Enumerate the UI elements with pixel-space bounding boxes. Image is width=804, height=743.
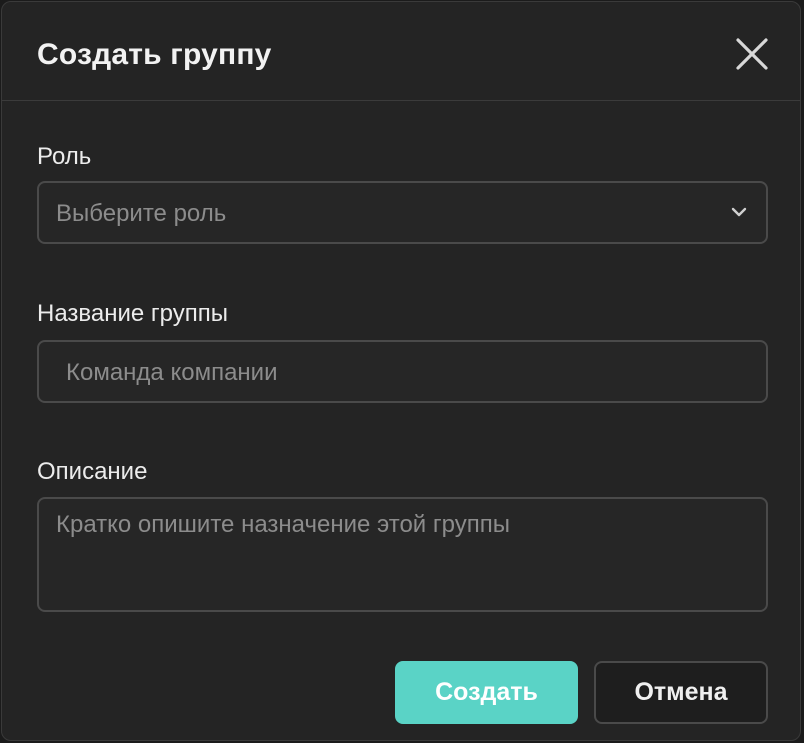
group-name-placeholder: Команда компании — [66, 359, 278, 386]
role-select-placeholder: Выберите роль — [56, 200, 227, 227]
chevron-down-icon — [731, 207, 747, 217]
create-button[interactable]: Создать — [395, 661, 578, 724]
role-select[interactable]: Выберите роль — [37, 181, 768, 244]
dialog-title: Создать группу — [37, 38, 272, 71]
close-icon — [736, 38, 768, 70]
cancel-button[interactable]: Отмена — [594, 661, 768, 724]
create-group-dialog: Создать группу Роль Выберите роль Назван… — [1, 1, 801, 741]
dialog-header: Создать группу — [2, 2, 800, 101]
description-textarea[interactable]: Кратко опишите назначение этой группы — [37, 497, 768, 612]
role-label: Роль — [37, 143, 92, 170]
group-name-label: Название группы — [37, 300, 228, 327]
close-button[interactable] — [734, 36, 770, 72]
description-label: Описание — [37, 458, 148, 485]
group-name-input[interactable]: Команда компании — [37, 340, 768, 403]
description-placeholder: Кратко опишите назначение этой группы — [56, 511, 510, 538]
